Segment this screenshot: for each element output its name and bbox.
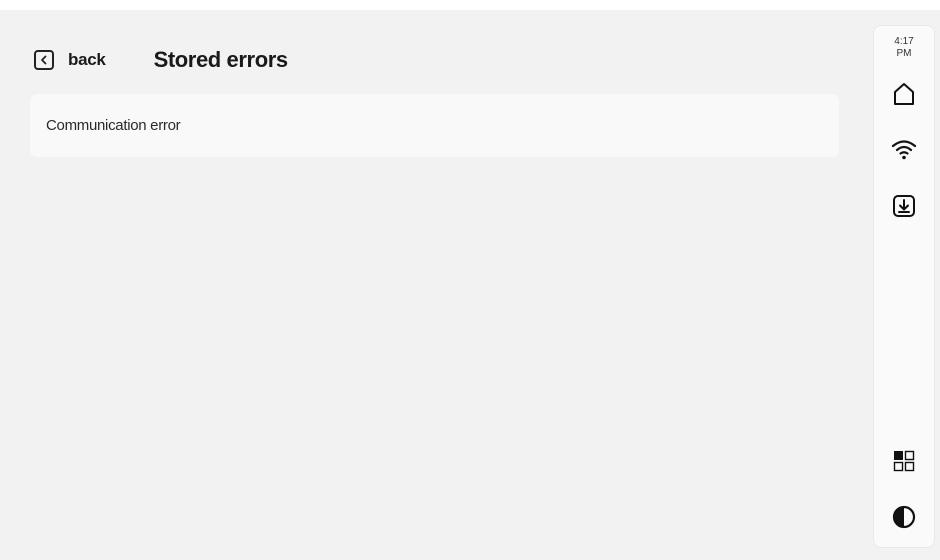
chevron-left-icon (34, 50, 54, 70)
error-message: Communication error (46, 117, 181, 134)
back-label: back (68, 50, 106, 69)
download-icon[interactable] (892, 194, 916, 218)
wifi-icon[interactable] (891, 138, 917, 160)
back-button[interactable]: back (34, 50, 106, 70)
contrast-icon[interactable] (892, 505, 916, 529)
error-list: Communication error (30, 94, 839, 157)
error-list-item[interactable]: Communication error (30, 94, 839, 157)
side-rail: 4:17 PM (873, 25, 935, 548)
clock: 4:17 PM (874, 36, 934, 60)
clock-meridiem: PM (896, 48, 912, 59)
grid-icon[interactable] (892, 449, 916, 473)
clock-time: 4:17 (894, 36, 914, 47)
page-title: Stored errors (153, 47, 289, 72)
screen: back Stored errors Communication error (0, 10, 940, 560)
home-icon[interactable] (892, 81, 916, 107)
header: back Stored errors (34, 46, 288, 74)
